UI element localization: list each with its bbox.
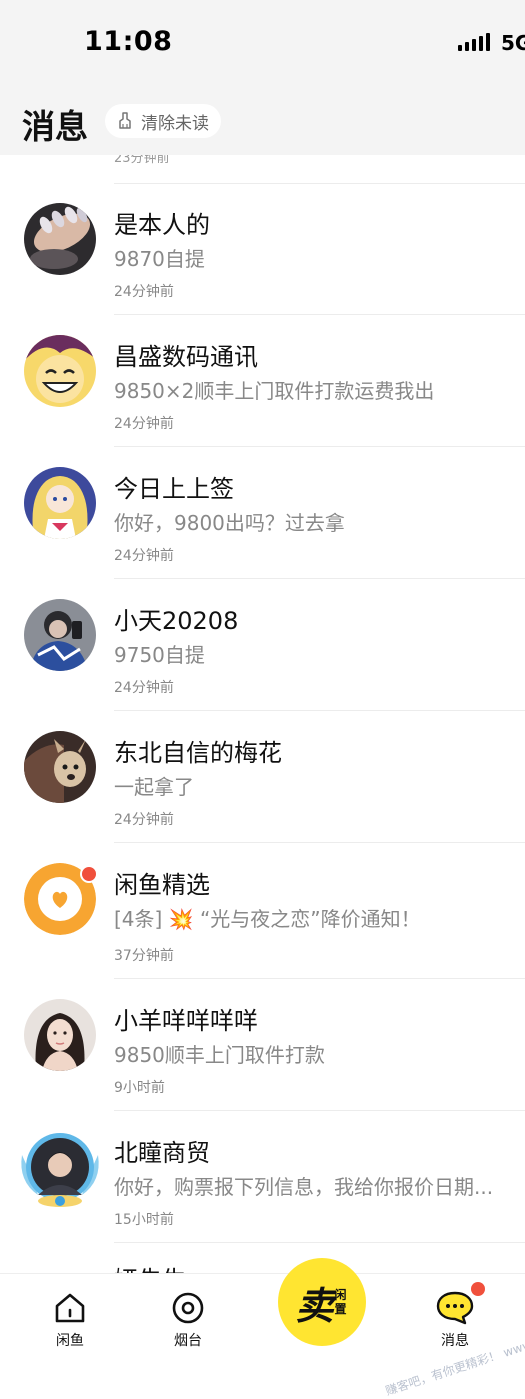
contact-name: 北瞳商贸 bbox=[114, 1139, 210, 1167]
message-preview: 9870自提 bbox=[114, 247, 205, 271]
partial-item-time: 23分钟前 bbox=[114, 155, 170, 166]
home-icon bbox=[55, 1293, 85, 1323]
contact-name: 昌盛数码通讯 bbox=[114, 343, 258, 371]
message-preview: 一起拿了 bbox=[114, 775, 194, 799]
avatar bbox=[18, 1125, 102, 1209]
conversation-item[interactable]: 闲鱼精选 [4条] 💥 “光与夜之恋”降价通知！ 37分钟前 bbox=[0, 843, 525, 975]
contact-name: 小天20208 bbox=[114, 607, 239, 635]
tab-messages[interactable]: 消息 bbox=[415, 1290, 495, 1350]
broom-icon bbox=[119, 112, 131, 129]
unread-badge bbox=[471, 1282, 485, 1296]
message-preview: 9850顺丰上门取件打款 bbox=[114, 1043, 325, 1067]
tab-messages-label: 消息 bbox=[441, 1333, 469, 1349]
sell-sub-label: 闲置 bbox=[334, 1288, 347, 1316]
signal-icon bbox=[458, 33, 490, 51]
message-time: 24分钟前 bbox=[114, 812, 174, 828]
message-time: 15小时前 bbox=[114, 1212, 174, 1228]
message-time: 37分钟前 bbox=[114, 948, 174, 964]
conversation-item[interactable]: 小羊咩咩咩咩 9850顺丰上门取件打款 9小时前 bbox=[0, 979, 525, 1111]
message-time: 24分钟前 bbox=[114, 548, 174, 564]
contact-name: 是本人的 bbox=[114, 211, 210, 239]
conversation-item[interactable]: 北瞳商贸 你好，购票报下列信息，我给你报价日期... 15小时前 bbox=[0, 1111, 525, 1243]
conversation-item[interactable]: 昌盛数码通讯 9850×2顺丰上门取件打款运费我出 24分钟前 bbox=[0, 315, 525, 447]
tab-home-label: 闲鱼 bbox=[56, 1333, 84, 1349]
message-preview: 你好，购票报下列信息，我给你报价日期... bbox=[114, 1175, 494, 1199]
list-divider bbox=[114, 1242, 525, 1243]
message-preview: [4条] 💥 “光与夜之恋”降价通知！ bbox=[114, 907, 421, 931]
conversation-item[interactable]: 小天20208 9750自提 24分钟前 bbox=[0, 579, 525, 711]
message-preview: 你好，9800出吗？过去拿 bbox=[114, 511, 345, 535]
sell-button[interactable]: 卖 闲置 bbox=[278, 1258, 366, 1346]
tab-home[interactable]: 闲鱼 bbox=[30, 1290, 110, 1350]
avatar bbox=[24, 731, 96, 803]
page-header: 消息 清除未读 bbox=[0, 90, 525, 155]
status-bar: 11:08 5G bbox=[0, 0, 525, 90]
message-time: 9小时前 bbox=[114, 1080, 165, 1096]
clear-unread-label: 清除未读 bbox=[141, 113, 209, 134]
avatar bbox=[24, 599, 96, 671]
conversation-item[interactable]: 东北自信的梅花 一起拿了 24分钟前 bbox=[0, 711, 525, 843]
avatar bbox=[24, 467, 96, 539]
contact-name: 今日上上签 bbox=[114, 475, 234, 503]
status-time: 11:08 bbox=[84, 26, 173, 57]
network-type: 5G bbox=[501, 31, 525, 55]
sell-main-label: 卖 bbox=[295, 1283, 334, 1328]
message-time: 24分钟前 bbox=[114, 416, 174, 432]
conversation-list[interactable]: 23分钟前 是本人的 9870自提 24分钟前 昌盛数码通讯 9850×2顺丰上… bbox=[0, 155, 525, 1273]
avatar bbox=[24, 203, 96, 275]
conversation-item[interactable]: 今日上上签 你好，9800出吗？过去拿 24分钟前 bbox=[0, 447, 525, 579]
avatar bbox=[24, 999, 96, 1071]
conversation-item[interactable]: 是本人的 9870自提 24分钟前 bbox=[0, 183, 525, 315]
partial-contact-name: 娅先生... bbox=[114, 1260, 209, 1273]
contact-name: 东北自信的梅花 bbox=[114, 739, 282, 767]
contact-name: 小羊咩咩咩咩 bbox=[114, 1007, 258, 1035]
contact-name: 闲鱼精选 bbox=[114, 871, 210, 899]
message-time: 24分钟前 bbox=[114, 284, 174, 300]
message-time: 24分钟前 bbox=[114, 680, 174, 696]
tab-yantai-label: 烟台 bbox=[174, 1333, 202, 1349]
chat-bubble-icon bbox=[436, 1291, 474, 1325]
message-preview: 9850×2顺丰上门取件打款运费我出 bbox=[114, 379, 435, 403]
tab-yantai[interactable]: 烟台 bbox=[148, 1290, 228, 1350]
avatar bbox=[24, 335, 96, 407]
unread-dot bbox=[80, 865, 98, 883]
page-title: 消息 bbox=[22, 107, 88, 146]
message-preview: 9750自提 bbox=[114, 643, 205, 667]
location-pin-icon bbox=[172, 1292, 204, 1324]
clear-unread-button[interactable]: 清除未读 bbox=[105, 104, 221, 138]
